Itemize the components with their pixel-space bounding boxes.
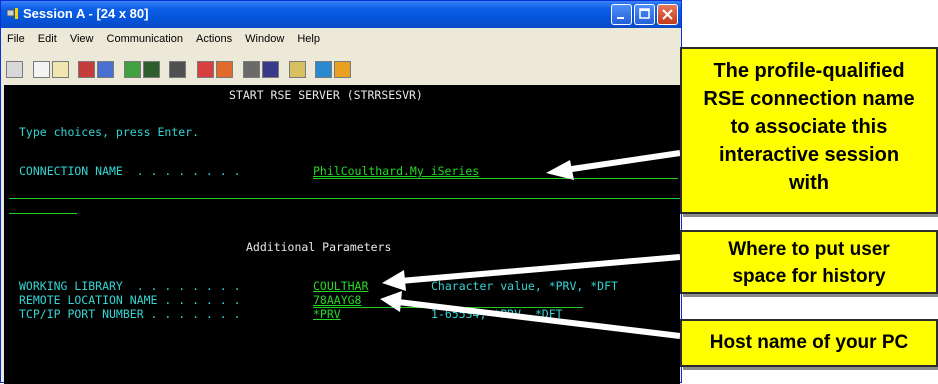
- callout-1-line-2: RSE connection name: [703, 88, 915, 110]
- callout-1-line-5: with: [789, 172, 829, 194]
- arrow-remote-location: [380, 291, 681, 339]
- callout-working-library: Where to put user space for history: [680, 230, 938, 294]
- callout-1-line-3: to associate this: [730, 116, 888, 138]
- arrow-connection: [546, 150, 681, 180]
- callout-1-line-4: interactive session: [718, 144, 900, 166]
- callout-connection-name: The profile-qualified RSE connection nam…: [680, 47, 938, 214]
- callout-2-line-1: Where to put user: [728, 239, 890, 260]
- arrow-working-library: [382, 254, 681, 291]
- callout-1-line-1: The profile-qualified: [713, 60, 905, 82]
- callout-2-line-2: space for history: [732, 266, 886, 287]
- callout-host-name: Host name of your PC: [680, 319, 938, 367]
